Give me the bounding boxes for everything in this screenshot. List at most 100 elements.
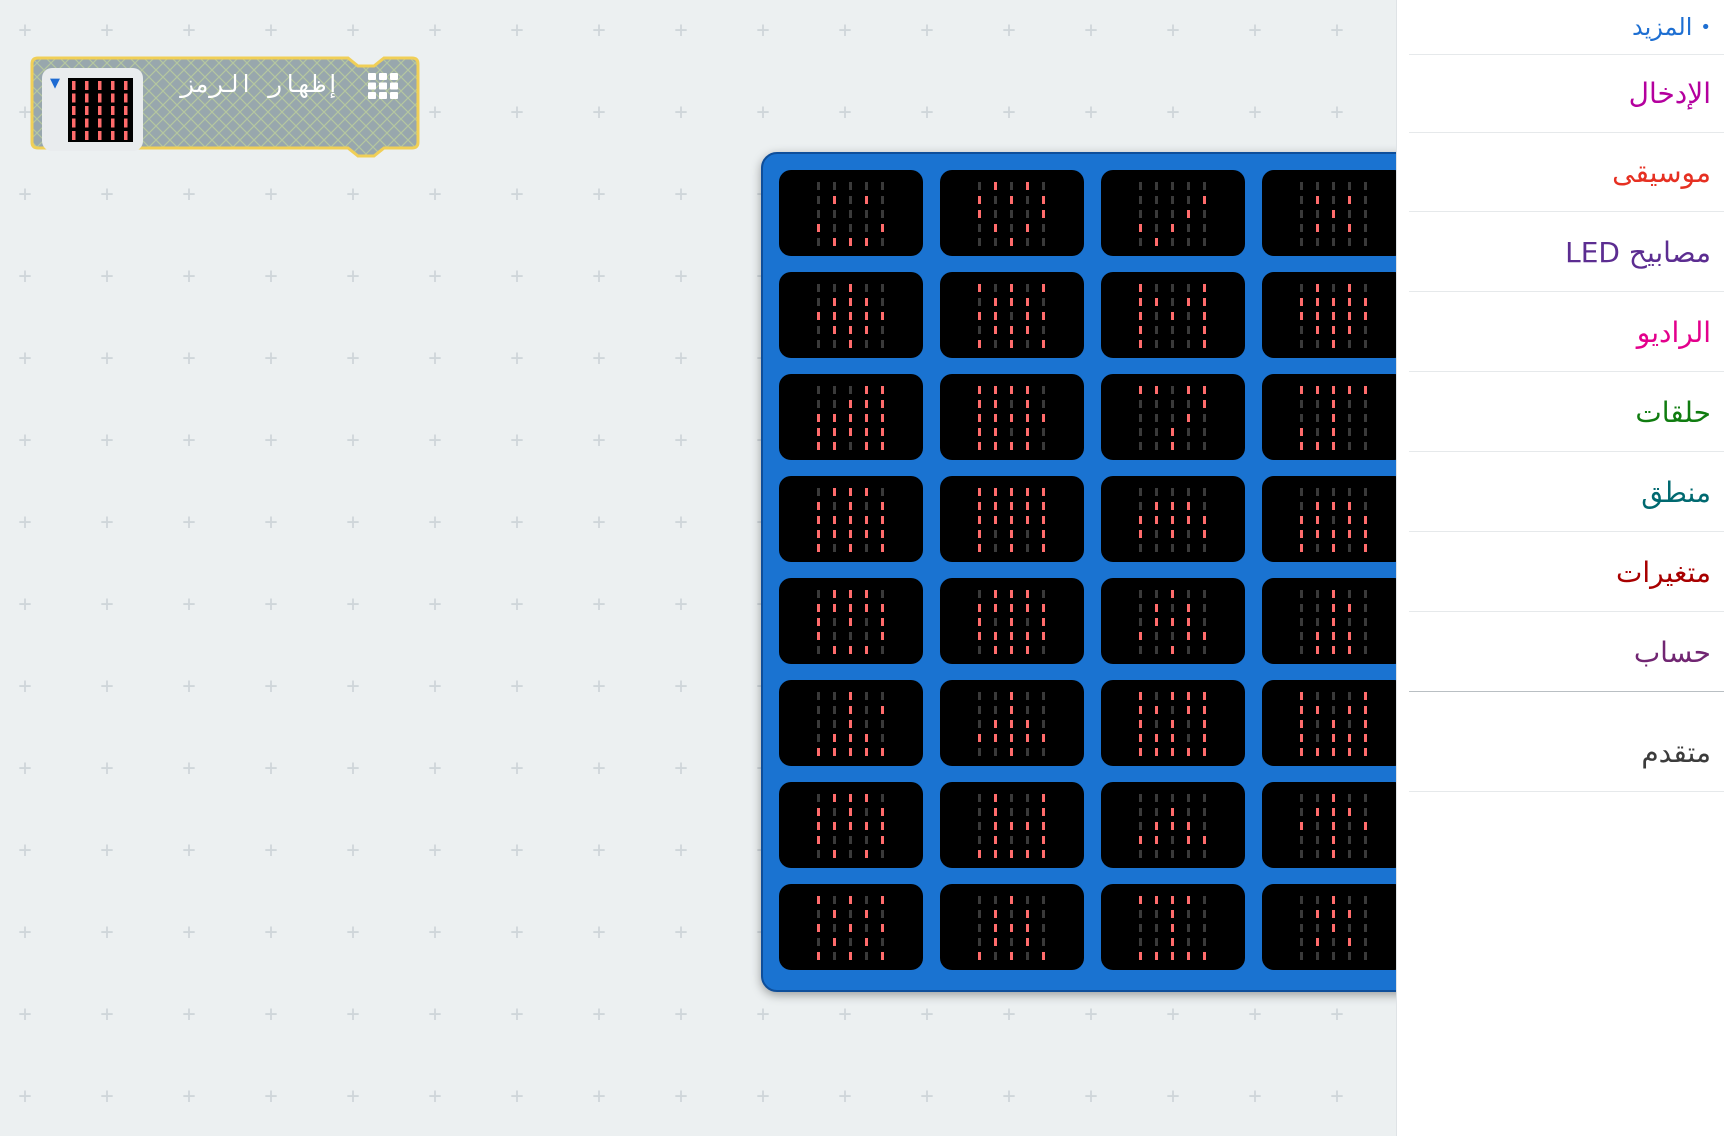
led-on (1010, 604, 1013, 612)
led-off (1187, 238, 1190, 246)
grid-marker: + (264, 920, 278, 945)
led-on (1300, 734, 1303, 742)
led-off (1171, 284, 1174, 292)
led-off (1171, 488, 1174, 496)
icon-option[interactable] (940, 272, 1084, 358)
led-off (1042, 326, 1045, 334)
icon-option[interactable] (1262, 374, 1406, 460)
led-on (865, 414, 868, 422)
category-dot-icon: • (1700, 16, 1711, 38)
led-on (1155, 604, 1158, 612)
icon-option[interactable] (779, 170, 923, 256)
icon-option[interactable] (1101, 680, 1245, 766)
toolbox-category[interactable]: موسيقى (1409, 134, 1724, 212)
led-on (85, 93, 89, 103)
icon-option[interactable] (1101, 782, 1245, 868)
icon-option[interactable] (779, 680, 923, 766)
toolbox-category[interactable]: منطق (1409, 454, 1724, 532)
icon-option[interactable] (1101, 578, 1245, 664)
toolbox-category[interactable]: الراديو (1409, 294, 1724, 372)
icon-option[interactable] (1262, 170, 1406, 256)
icon-option[interactable] (779, 782, 923, 868)
led-on (1010, 326, 1013, 334)
grid-marker: + (264, 1084, 278, 1109)
icon-option[interactable] (779, 374, 923, 460)
toolbox-category[interactable]: حلقات (1409, 374, 1724, 452)
icon-option[interactable] (779, 884, 923, 970)
icon-option[interactable] (1262, 272, 1406, 358)
toolbox-category-label: حلقات (1635, 396, 1711, 429)
led-on (1010, 238, 1013, 246)
icon-option[interactable] (1262, 884, 1406, 970)
icon-option[interactable] (1101, 170, 1245, 256)
grid-marker: + (264, 264, 278, 289)
led-on (1026, 924, 1029, 932)
led-off (1155, 808, 1158, 816)
icon-option[interactable] (779, 476, 923, 562)
icon-option[interactable] (1262, 578, 1406, 664)
icon-option[interactable] (1262, 680, 1406, 766)
toolbox-category[interactable]: متقدم (1409, 714, 1724, 792)
icon-option[interactable] (779, 272, 923, 358)
grid-marker: + (1166, 1002, 1180, 1027)
toolbox: • المزيد الإدخال موسيقى مصابيح LED الراديو حلق… (1396, 0, 1724, 1136)
icon-option[interactable] (1101, 374, 1245, 460)
led-off (1155, 646, 1158, 654)
led-on (1026, 646, 1029, 654)
led-on (1332, 896, 1335, 904)
led-on (1171, 938, 1174, 946)
icon-option[interactable] (940, 884, 1084, 970)
led-on (881, 604, 884, 612)
grid-marker: + (264, 1002, 278, 1027)
led-on (1316, 224, 1319, 232)
icon-option[interactable] (940, 782, 1084, 868)
led-on (1316, 516, 1319, 524)
icon-option[interactable] (1101, 476, 1245, 562)
led-off (1300, 340, 1303, 348)
icon-option[interactable] (940, 374, 1084, 460)
icon-option[interactable] (940, 578, 1084, 664)
led-on (1010, 530, 1013, 538)
grid-marker: + (100, 674, 114, 699)
grid-marker: + (838, 1084, 852, 1109)
grid-marker: + (346, 510, 360, 535)
led-on (1042, 794, 1045, 802)
led-on (849, 326, 852, 334)
toolbox-category[interactable]: حساب (1409, 614, 1724, 692)
grid-marker: + (428, 18, 442, 43)
led-on (849, 590, 852, 598)
led-on (1300, 822, 1303, 830)
toolbox-category[interactable]: متغيرات (1409, 534, 1724, 612)
led-on (1139, 748, 1142, 756)
grid-marker: + (1166, 18, 1180, 43)
led-off (1300, 488, 1303, 496)
led-on (1139, 312, 1142, 320)
led-off (881, 794, 884, 802)
icon-option[interactable] (940, 680, 1084, 766)
icon-option[interactable] (1262, 782, 1406, 868)
led-off (1139, 210, 1142, 218)
led-off (849, 182, 852, 190)
led-on (1187, 604, 1190, 612)
grid-marker: + (592, 510, 606, 535)
icon-option[interactable] (1101, 884, 1245, 970)
led-off (994, 692, 997, 700)
led-on (1203, 340, 1206, 348)
led-on (994, 502, 997, 510)
icon-option[interactable] (940, 476, 1084, 562)
led-on (994, 516, 997, 524)
icon-option[interactable] (940, 170, 1084, 256)
toolbox-category[interactable]: الإدخال (1409, 55, 1724, 133)
grid-marker: + (264, 510, 278, 535)
icon-option[interactable] (779, 578, 923, 664)
icon-option[interactable] (1101, 272, 1245, 358)
led-on (1203, 748, 1206, 756)
icon-option[interactable] (1262, 476, 1406, 562)
grid-marker: + (920, 1002, 934, 1027)
toolbox-category[interactable]: مصابيح LED (1409, 214, 1724, 292)
led-on (1316, 326, 1319, 334)
led-off (1042, 428, 1045, 436)
led-on (1171, 428, 1174, 436)
toolbox-category[interactable]: • المزيد (1409, 0, 1724, 55)
grid-marker: + (264, 18, 278, 43)
